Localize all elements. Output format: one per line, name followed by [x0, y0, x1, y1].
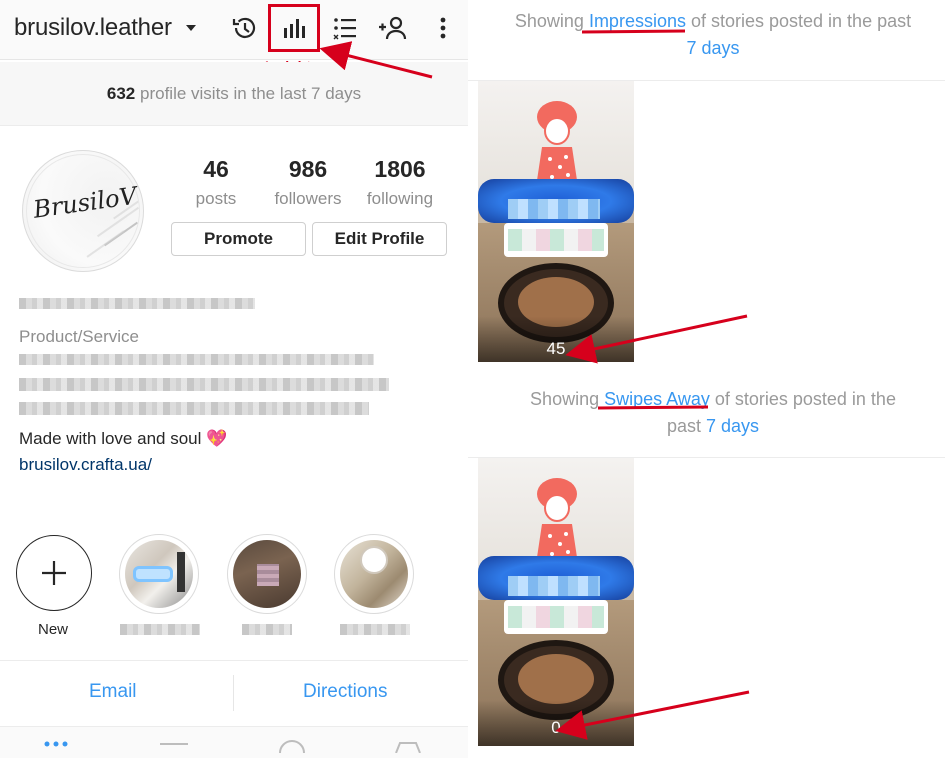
saved-tab-icon[interactable]: [393, 739, 423, 753]
story-thumbnail-swipes-away[interactable]: 0: [478, 458, 634, 746]
tagged-tab-icon[interactable]: [278, 739, 306, 753]
metric-swipes-away-link[interactable]: Swipes Away: [604, 389, 710, 409]
stat-posts-label: posts: [195, 189, 237, 208]
stat-posts-value: 46: [203, 156, 229, 182]
profile-category: Product/Service: [19, 327, 139, 346]
stat-followers-value: 986: [288, 156, 328, 182]
blurred-highlight-label: [340, 624, 410, 635]
filter-prefix: Showing: [530, 389, 605, 409]
new-highlight-label: New: [38, 621, 69, 638]
highlight-item[interactable]: [227, 534, 307, 614]
story-insights-screen: Showing Impressions of stories posted in…: [468, 0, 945, 758]
plus-icon: [42, 561, 66, 585]
insights-bar-chart-icon[interactable]: [279, 12, 309, 44]
account-switch-caret-icon[interactable]: [186, 25, 196, 31]
more-options-icon[interactable]: [428, 12, 458, 44]
contact-bar: Email Directions: [0, 660, 468, 726]
stat-posts[interactable]: 46 posts: [168, 156, 264, 209]
grid-tab-icon[interactable]: [44, 739, 68, 749]
avatar[interactable]: BrusiloV: [22, 150, 144, 272]
archive-history-icon[interactable]: [229, 12, 259, 44]
blurred-profile-name: [19, 298, 255, 309]
profile-visits-text: profile visits in the last 7 days: [140, 84, 362, 103]
metric-impressions-link[interactable]: Impressions: [589, 11, 686, 31]
stat-followers-label: followers: [274, 189, 342, 208]
saved-list-icon[interactable]: [330, 12, 360, 44]
story-swipes-away-count: 0: [551, 718, 561, 737]
insights-filter-header-impressions: Showing Impressions of stories posted in…: [498, 8, 928, 62]
profile-visits-count: 632: [106, 84, 136, 103]
username[interactable]: brusilov.leather: [14, 14, 172, 42]
new-highlight-button[interactable]: [16, 535, 92, 611]
discover-people-icon[interactable]: [377, 12, 407, 44]
bio-website-link[interactable]: brusilov.crafta.ua/: [19, 455, 152, 475]
insights-filter-header-swipes: Showing Swipes Away of stories posted in…: [498, 386, 928, 440]
stat-followers[interactable]: 986 followers: [260, 156, 356, 209]
blurred-bio-line: [19, 402, 369, 415]
profile-screen: brusilov.leather Insights 632 profile vi…: [0, 0, 468, 758]
filter-suffix: of stories posted in the: [709, 389, 896, 409]
email-button[interactable]: Email: [89, 681, 137, 703]
stat-following[interactable]: 1806 following: [352, 156, 448, 209]
period-prefix: past: [666, 416, 706, 436]
feed-tab-icon[interactable]: [160, 741, 188, 751]
profile-visits-banner[interactable]: 632 profile visits in the last 7 days: [0, 62, 468, 126]
directions-button[interactable]: Directions: [303, 681, 387, 703]
promote-button[interactable]: Promote: [171, 222, 306, 256]
blurred-bio-line: [19, 378, 389, 391]
highlight-item[interactable]: [119, 534, 199, 614]
filter-prefix: Showing: [514, 11, 589, 31]
blurred-bio-line: [19, 354, 374, 365]
blurred-highlight-label: [120, 624, 200, 635]
filter-suffix: of stories posted in the past: [685, 11, 912, 31]
story-thumbnail-impressions[interactable]: 45: [478, 81, 634, 362]
story-impressions-count: 45: [546, 339, 566, 358]
stat-following-label: following: [366, 189, 434, 208]
profile-top-bar: brusilov.leather: [0, 0, 468, 60]
contact-divider: [233, 675, 234, 711]
edit-profile-button[interactable]: Edit Profile: [312, 222, 447, 256]
stat-following-value: 1806: [374, 156, 426, 182]
highlight-item[interactable]: [334, 534, 414, 614]
blurred-highlight-label: [242, 624, 292, 635]
period-7-days-link[interactable]: 7 days: [706, 416, 759, 436]
profile-tab-bar: [0, 726, 468, 758]
bio-text: Made with love and soul 💖: [19, 429, 228, 448]
period-7-days-link[interactable]: 7 days: [686, 38, 739, 58]
